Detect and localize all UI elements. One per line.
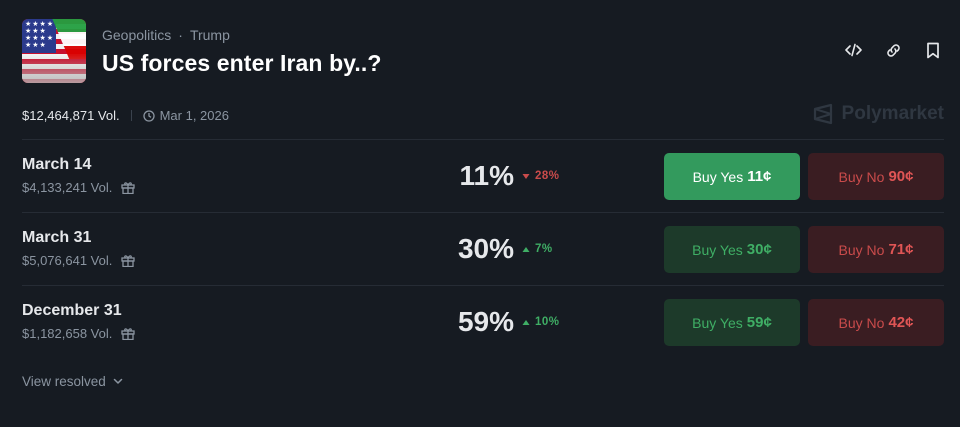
buy-yes-label: Buy Yes — [692, 314, 743, 331]
brand-name: Polymarket — [841, 103, 944, 124]
clock-icon — [142, 109, 155, 122]
market-meta: $12,464,871 Vol. Mar 1, 2026 — [22, 108, 229, 123]
change-value: 7% — [535, 243, 553, 255]
buy-no-price: 90¢ — [888, 168, 914, 185]
change-value: 10% — [535, 316, 560, 328]
outcome-volume: $1,182,658 Vol. — [22, 326, 136, 341]
total-volume: $12,464,871 Vol. — [22, 108, 120, 123]
gift-icon[interactable] — [121, 254, 136, 267]
buy-no-price: 42¢ — [888, 314, 914, 331]
view-resolved-label: View resolved — [22, 374, 106, 389]
end-date: Mar 1, 2026 — [142, 108, 229, 123]
outcome-probability: 30% — [457, 233, 514, 264]
triangle-down-icon — [522, 173, 530, 179]
buy-no-label: Buy No — [838, 168, 885, 185]
buy-no-button[interactable]: Buy No 71¢ — [808, 226, 944, 273]
breadcrumb: Geopolitics · Trump — [102, 27, 382, 43]
breadcrumb-separator: · — [178, 27, 183, 43]
polymarket-logo-icon — [813, 103, 832, 125]
buy-yes-button[interactable]: Buy Yes 30¢ — [664, 226, 800, 273]
breadcrumb-category[interactable]: Geopolitics — [102, 27, 171, 43]
link-icon[interactable] — [884, 40, 902, 60]
buy-yes-button[interactable]: Buy Yes 59¢ — [664, 299, 800, 346]
outcome-row[interactable]: March 31 $5,076,641 Vol. 30% 7% Buy Yes … — [22, 212, 944, 285]
outcome-label: March 14 — [22, 156, 92, 173]
probability-change: 28% — [522, 170, 560, 182]
probability-change: 7% — [522, 243, 553, 255]
outcome-volume-text: $4,133,241 Vol. — [22, 180, 113, 195]
buy-yes-price: 59¢ — [746, 314, 772, 331]
outcome-probability: 11% — [459, 160, 515, 191]
buy-yes-price: 11¢ — [747, 168, 772, 185]
header-actions — [844, 40, 942, 60]
embed-code-icon[interactable] — [844, 40, 862, 60]
view-resolved-link[interactable]: View resolved — [22, 374, 123, 389]
end-date-text: Mar 1, 2026 — [159, 108, 229, 123]
market-thumbnail[interactable]: ★★★★ ★★★ ★★★★ ★★★ — [22, 19, 86, 83]
title-box: Geopolitics · Trump US forces enter Iran… — [102, 19, 382, 77]
chevron-down-icon — [113, 378, 123, 384]
outcome-row[interactable]: December 31 $1,182,658 Vol. 59% 10% Buy … — [22, 285, 944, 358]
market-header: ★★★★ ★★★ ★★★★ ★★★ Geopolitics · Trump US fo… — [22, 19, 382, 83]
triangle-up-icon — [522, 246, 530, 252]
buy-yes-label: Buy Yes — [692, 241, 743, 258]
meta-divider — [130, 110, 132, 121]
outcome-volume: $5,076,641 Vol. — [22, 253, 136, 268]
buy-no-price: 71¢ — [888, 241, 914, 258]
buy-yes-price: 30¢ — [746, 241, 772, 258]
buy-no-label: Buy No — [838, 241, 885, 258]
outcome-volume-text: $5,076,641 Vol. — [22, 253, 113, 268]
page-title: US forces enter Iran by..? — [102, 50, 382, 76]
buy-no-button[interactable]: Buy No 90¢ — [808, 153, 944, 200]
buy-no-button[interactable]: Buy No 42¢ — [808, 299, 944, 346]
market-outcomes: March 14 $4,133,241 Vol. 11% 28% Buy Yes… — [22, 139, 944, 358]
outcome-row[interactable]: March 14 $4,133,241 Vol. 11% 28% Buy Yes… — [22, 139, 944, 212]
outcome-label: March 31 — [22, 229, 92, 246]
buy-yes-button[interactable]: Buy Yes 11¢ — [664, 153, 800, 200]
outcome-label: December 31 — [22, 302, 122, 319]
outcome-volume: $4,133,241 Vol. — [22, 180, 136, 195]
buy-no-label: Buy No — [838, 314, 885, 331]
gift-icon[interactable] — [121, 327, 136, 340]
triangle-up-icon — [522, 319, 530, 325]
buy-yes-label: Buy Yes — [692, 168, 744, 185]
change-value: 28% — [535, 170, 560, 182]
outcome-probability: 59% — [457, 306, 514, 337]
brand-logo: Polymarket — [812, 103, 944, 125]
probability-change: 10% — [522, 316, 560, 328]
gift-icon[interactable] — [121, 181, 136, 194]
breadcrumb-tag[interactable]: Trump — [190, 27, 230, 43]
outcome-volume-text: $1,182,658 Vol. — [22, 326, 113, 341]
bookmark-icon[interactable] — [924, 40, 942, 60]
